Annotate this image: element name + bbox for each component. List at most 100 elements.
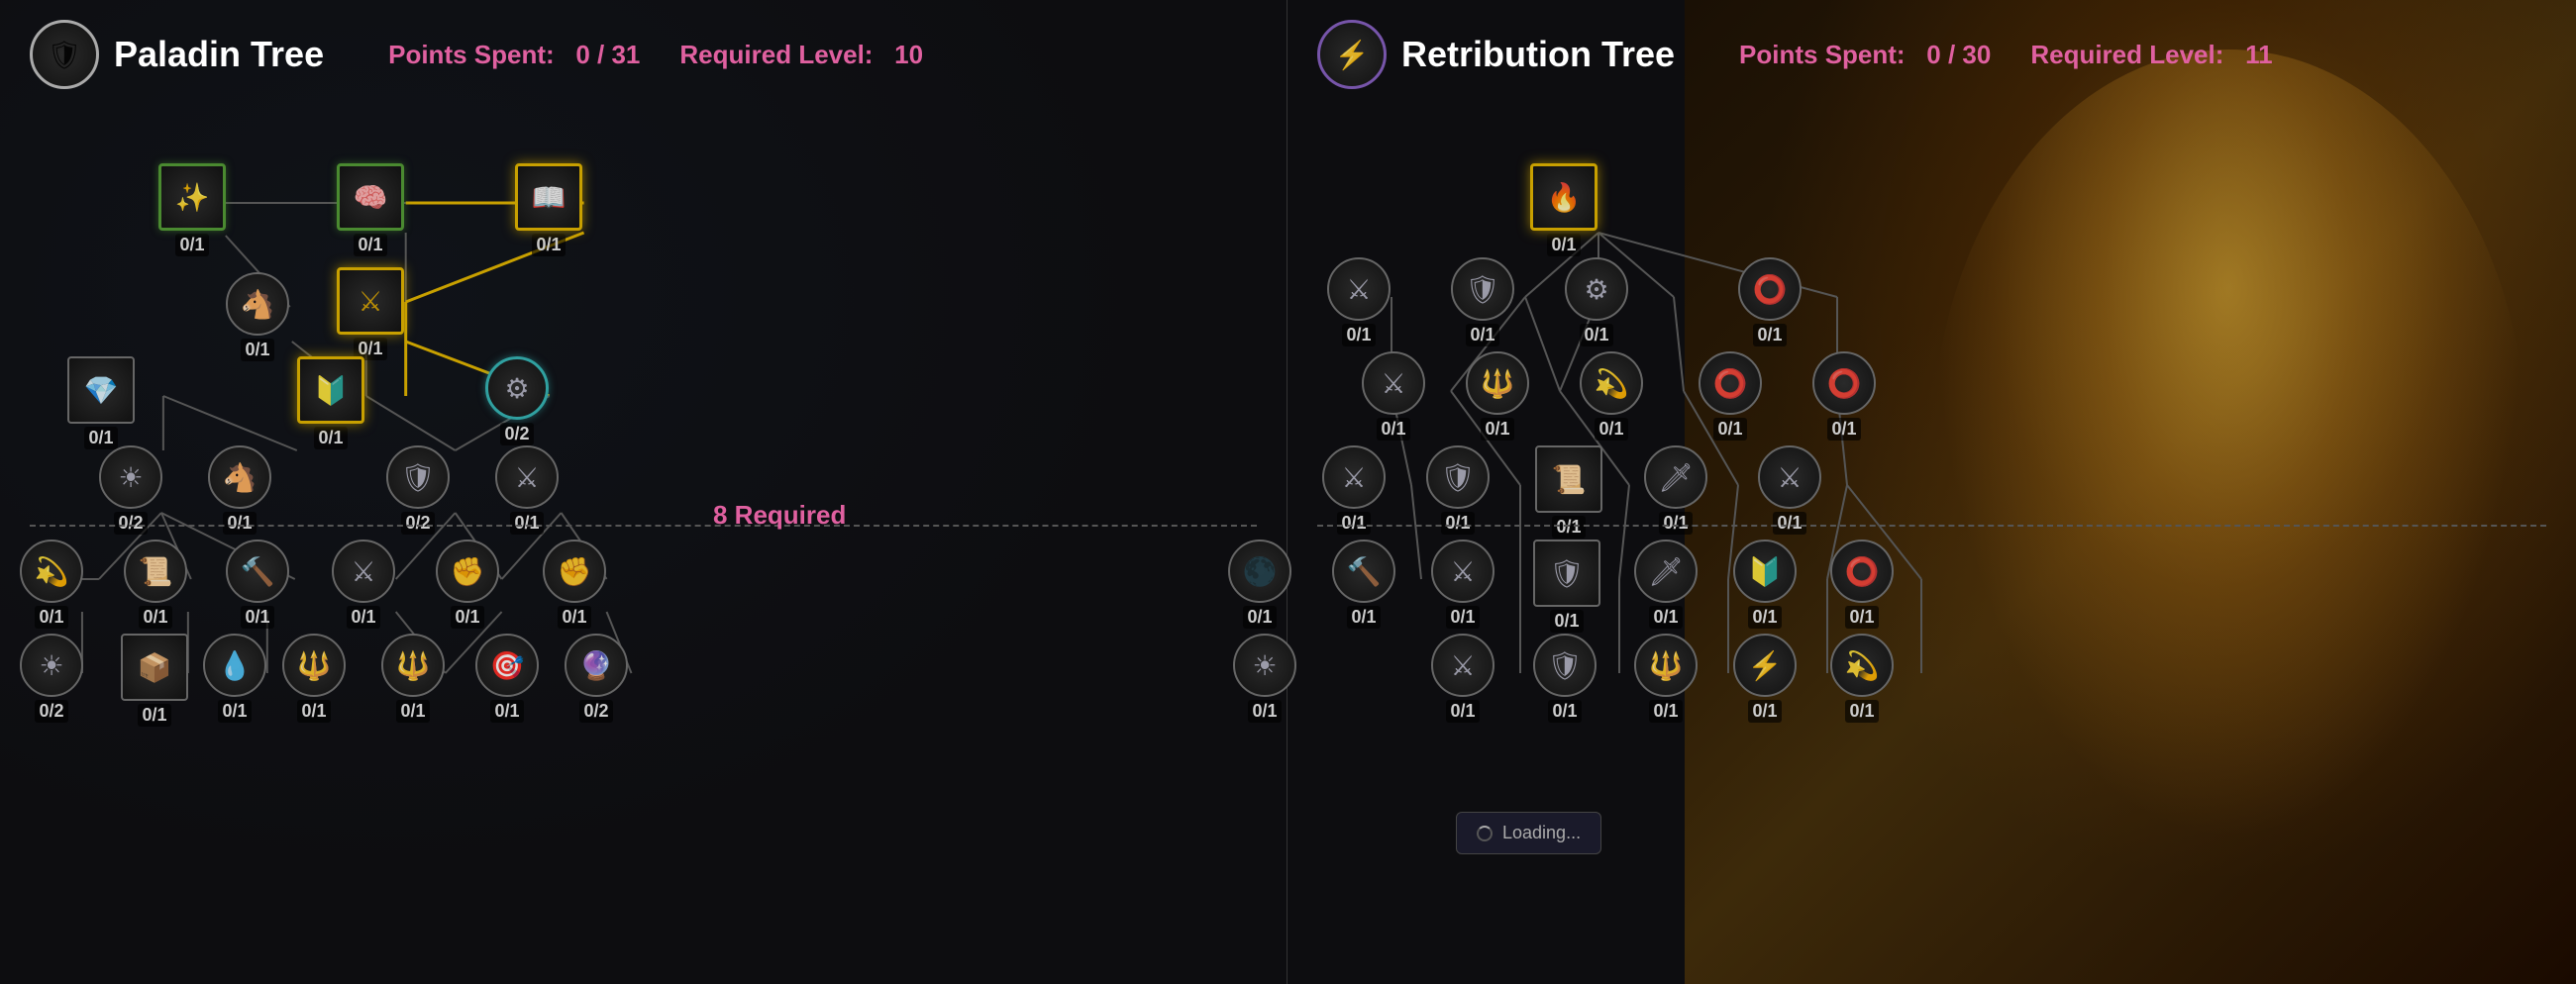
paladin-p12-icon[interactable]: ⚔ — [495, 445, 559, 509]
retrib-node-r3[interactable]: 🛡 0/1 — [1451, 257, 1514, 346]
paladin-p20-icon[interactable]: 📦 — [121, 634, 188, 701]
retrib-node-r22[interactable]: ⭕ 0/1 — [1830, 540, 1894, 629]
paladin-node-p13[interactable]: 💫 0/1 — [20, 540, 83, 629]
paladin-p21-icon[interactable]: 💧 — [203, 634, 266, 697]
retrib-node-r24[interactable]: ⚔ 0/1 — [1431, 634, 1494, 723]
paladin-p7-icon[interactable]: 🔰 — [297, 356, 364, 424]
retrib-node-r8[interactable]: 🔱 0/1 — [1466, 351, 1529, 441]
paladin-node-p6[interactable]: 💎 0/1 — [67, 356, 135, 449]
paladin-node-p22[interactable]: 🔱 0/1 — [282, 634, 346, 723]
retrib-node-r7[interactable]: ⚔ 0/1 — [1362, 351, 1425, 441]
paladin-node-p4[interactable]: ⚔ 0/1 — [337, 267, 404, 360]
paladin-p6-icon[interactable]: 💎 — [67, 356, 135, 424]
paladin-p3-icon[interactable]: 📖 — [515, 163, 582, 231]
retrib-r11-icon[interactable]: ⚔ — [1322, 445, 1386, 509]
retrib-node-r26[interactable]: 🔱 0/1 — [1634, 634, 1698, 723]
retrib-r21-icon[interactable]: 🔰 — [1733, 540, 1797, 603]
paladin-node-p17[interactable]: ✊ 0/1 — [436, 540, 499, 629]
retrib-r18-icon[interactable]: ⚔ — [1431, 540, 1494, 603]
retrib-r23-icon[interactable]: ☀ — [1233, 634, 1296, 697]
paladin-p15-icon[interactable]: 🔨 — [226, 540, 289, 603]
retrib-node-r1[interactable]: 🔥 0/1 — [1530, 163, 1597, 256]
retrib-r20-icon[interactable]: 🗡 — [1634, 540, 1698, 603]
retrib-r2-icon[interactable]: ⚔ — [1327, 257, 1391, 321]
paladin-node-p19[interactable]: ☀ 0/2 — [20, 634, 83, 723]
retrib-node-r15[interactable]: ⚔ 0/1 — [1758, 445, 1821, 535]
paladin-node-p8[interactable]: ⚙ 0/2 — [485, 356, 549, 445]
retrib-node-r5[interactable]: ⭕ 0/1 — [1738, 257, 1802, 346]
retrib-node-r14[interactable]: 🗡 0/1 — [1644, 445, 1707, 535]
retrib-r5-icon[interactable]: ⭕ — [1738, 257, 1802, 321]
paladin-p22-icon[interactable]: 🔱 — [282, 634, 346, 697]
retrib-r10-icon[interactable]: ⭕ — [1699, 351, 1762, 415]
paladin-node-p20[interactable]: 📦 0/1 — [121, 634, 188, 727]
retrib-node-r20[interactable]: 🗡 0/1 — [1634, 540, 1698, 629]
paladin-p2-icon[interactable]: 🧠 — [337, 163, 404, 231]
retrib-node-r27[interactable]: ⚡ 0/1 — [1733, 634, 1797, 723]
retrib-r22-icon[interactable]: ⭕ — [1830, 540, 1894, 603]
retrib-node-r2[interactable]: ⚔ 0/1 — [1327, 257, 1391, 346]
paladin-node-p5[interactable]: 🐴 0/1 — [226, 272, 289, 361]
paladin-p24-icon[interactable]: 🎯 — [475, 634, 539, 697]
retrib-r7-icon[interactable]: ⚔ — [1362, 351, 1425, 415]
paladin-p10-icon[interactable]: 🐴 — [208, 445, 271, 509]
paladin-p19-icon[interactable]: ☀ — [20, 634, 83, 697]
retrib-node-r23[interactable]: ☀ 0/1 — [1233, 634, 1296, 723]
paladin-node-p1[interactable]: ✨ 0/1 — [158, 163, 226, 256]
retrib-node-r10[interactable]: ⭕ 0/1 — [1699, 351, 1762, 441]
paladin-node-p14[interactable]: 📜 0/1 — [124, 540, 187, 629]
paladin-p25-icon[interactable]: 🔮 — [565, 634, 628, 697]
retrib-r28-icon[interactable]: 💫 — [1830, 634, 1894, 697]
retrib-node-r25[interactable]: 🛡 0/1 — [1533, 634, 1597, 723]
paladin-node-p23[interactable]: 🔱 0/1 — [381, 634, 445, 723]
retrib-r14-icon[interactable]: 🗡 — [1644, 445, 1707, 509]
retrib-node-r16[interactable]: 🌑 0/1 — [1228, 540, 1291, 629]
paladin-p13-icon[interactable]: 💫 — [20, 540, 83, 603]
retrib-r17-icon[interactable]: 🔨 — [1332, 540, 1395, 603]
paladin-p4-icon[interactable]: ⚔ — [337, 267, 404, 335]
paladin-node-p9[interactable]: ☀ 0/2 — [99, 445, 162, 535]
paladin-node-p16[interactable]: ⚔ 0/1 — [332, 540, 395, 629]
retrib-node-r17[interactable]: 🔨 0/1 — [1332, 540, 1395, 629]
retrib-r26-icon[interactable]: 🔱 — [1634, 634, 1698, 697]
paladin-p16-icon[interactable]: ⚔ — [332, 540, 395, 603]
paladin-p1-icon[interactable]: ✨ — [158, 163, 226, 231]
paladin-p23-icon[interactable]: 🔱 — [381, 634, 445, 697]
paladin-p11-icon[interactable]: 🛡 — [386, 445, 450, 509]
paladin-node-p15[interactable]: 🔨 0/1 — [226, 540, 289, 629]
paladin-node-p25[interactable]: 🔮 0/2 — [565, 634, 628, 723]
retrib-node-r18[interactable]: ⚔ 0/1 — [1431, 540, 1494, 629]
paladin-node-p10[interactable]: 🐴 0/1 — [208, 445, 271, 535]
retrib-node-r10b[interactable]: ⭕ 0/1 — [1812, 351, 1876, 441]
retrib-r8-icon[interactable]: 🔱 — [1466, 351, 1529, 415]
retrib-node-r11[interactable]: ⚔ 0/1 — [1322, 445, 1386, 535]
retrib-node-r9[interactable]: 💫 0/1 — [1580, 351, 1643, 441]
paladin-node-p24[interactable]: 🎯 0/1 — [475, 634, 539, 723]
retrib-r16-icon[interactable]: 🌑 — [1228, 540, 1291, 603]
retrib-node-r19[interactable]: 🛡 0/1 — [1533, 540, 1600, 633]
paladin-node-p21[interactable]: 💧 0/1 — [203, 634, 266, 723]
retrib-r24-icon[interactable]: ⚔ — [1431, 634, 1494, 697]
paladin-node-p2[interactable]: 🧠 0/1 — [337, 163, 404, 256]
paladin-p9-icon[interactable]: ☀ — [99, 445, 162, 509]
retrib-r25-icon[interactable]: 🛡 — [1533, 634, 1597, 697]
paladin-p5-icon[interactable]: 🐴 — [226, 272, 289, 336]
paladin-node-p12[interactable]: ⚔ 0/1 — [495, 445, 559, 535]
retrib-node-r4[interactable]: ⚙ 0/1 — [1565, 257, 1628, 346]
paladin-node-p11[interactable]: 🛡 0/2 — [386, 445, 450, 535]
paladin-p14-icon[interactable]: 📜 — [124, 540, 187, 603]
paladin-p8-icon[interactable]: ⚙ — [485, 356, 549, 420]
retrib-node-r21[interactable]: 🔰 0/1 — [1733, 540, 1797, 629]
paladin-p17-icon[interactable]: ✊ — [436, 540, 499, 603]
retrib-r19-icon[interactable]: 🛡 — [1533, 540, 1600, 607]
paladin-node-p18[interactable]: ✊ 0/1 — [543, 540, 606, 629]
retrib-r27-icon[interactable]: ⚡ — [1733, 634, 1797, 697]
retrib-r12-icon[interactable]: 🛡 — [1426, 445, 1490, 509]
paladin-node-p7[interactable]: 🔰 0/1 — [297, 356, 364, 449]
paladin-p18-icon[interactable]: ✊ — [543, 540, 606, 603]
retrib-node-r28[interactable]: 💫 0/1 — [1830, 634, 1894, 723]
retrib-r3-icon[interactable]: 🛡 — [1451, 257, 1514, 321]
retrib-r9-icon[interactable]: 💫 — [1580, 351, 1643, 415]
retrib-r10b-icon[interactable]: ⭕ — [1812, 351, 1876, 415]
retrib-r1-icon[interactable]: 🔥 — [1530, 163, 1597, 231]
